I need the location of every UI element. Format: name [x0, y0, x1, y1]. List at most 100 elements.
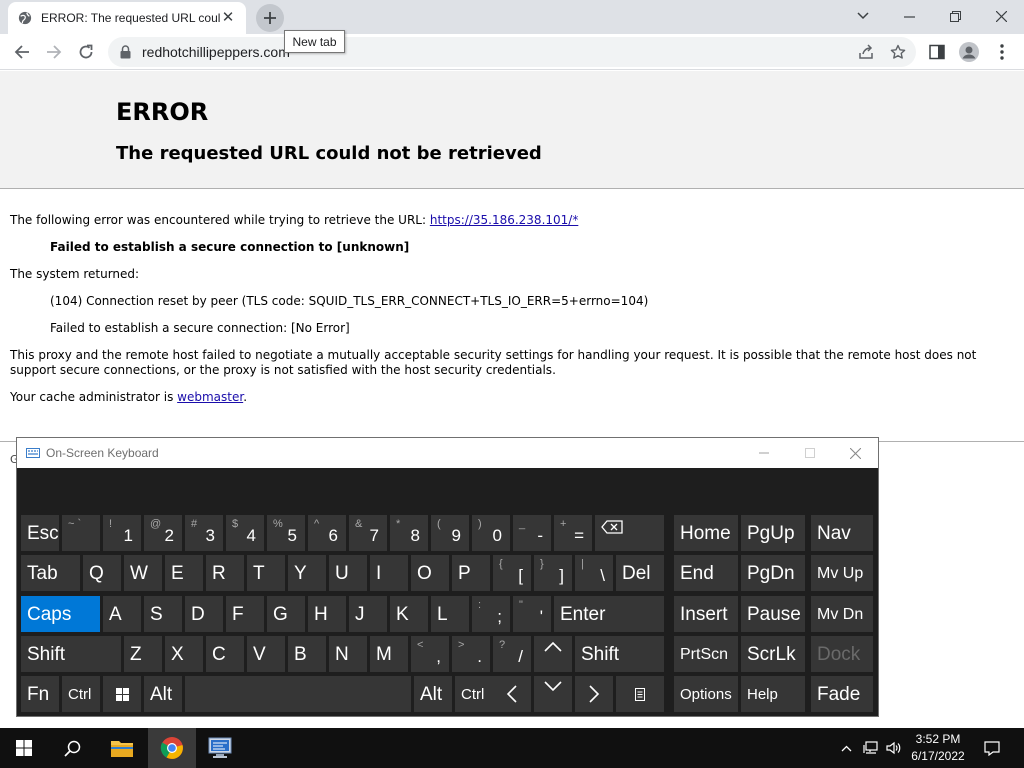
key-period[interactable]: >. — [452, 636, 490, 672]
key-b[interactable]: B — [288, 636, 326, 672]
key-e[interactable]: E — [165, 555, 203, 591]
key-shift-left[interactable]: Shift — [21, 636, 121, 672]
restore-button[interactable] — [933, 2, 977, 30]
key-3[interactable]: #3 — [185, 515, 223, 551]
key-ctrl-right[interactable]: Ctrl — [455, 676, 493, 712]
lock-icon[interactable] — [120, 45, 131, 59]
key-7[interactable]: & 7 — [349, 515, 387, 551]
system-clock[interactable]: 3:52 PM 6/17/2022 — [906, 731, 970, 765]
key-g[interactable]: G — [267, 596, 305, 632]
key-end[interactable]: End — [674, 555, 738, 591]
key-k[interactable]: K — [390, 596, 428, 632]
key-6[interactable]: ^ 6 — [308, 515, 346, 551]
reload-button[interactable] — [72, 38, 100, 66]
key-pgdn[interactable]: PgDn — [741, 555, 805, 591]
key-w[interactable]: W — [124, 555, 162, 591]
key-arrow-left[interactable] — [493, 676, 531, 712]
key-5[interactable]: % 5 — [267, 515, 305, 551]
tab-search-button[interactable] — [841, 2, 885, 30]
key-s[interactable]: S — [144, 596, 182, 632]
volume-button[interactable] — [884, 738, 904, 758]
key-fade[interactable]: Fade — [811, 676, 873, 712]
key-left-bracket[interactable]: {[ — [493, 555, 531, 591]
key-r[interactable]: R — [206, 555, 244, 591]
key-pause[interactable]: Pause — [741, 596, 805, 632]
file-explorer-button[interactable] — [98, 728, 146, 768]
key-t[interactable]: T — [247, 555, 285, 591]
key-v[interactable]: V — [247, 636, 285, 672]
key-quote[interactable]: " ' — [513, 596, 551, 632]
tray-overflow-button[interactable] — [838, 738, 854, 758]
key-menu[interactable] — [616, 676, 664, 712]
network-button[interactable] — [861, 738, 881, 758]
key-h[interactable]: H — [308, 596, 346, 632]
osk-title-bar[interactable]: On-Screen Keyboard — [17, 438, 878, 468]
key-l[interactable]: L — [431, 596, 469, 632]
osk-minimize-button[interactable] — [741, 438, 787, 468]
browser-tab[interactable]: ERROR: The requested URL could not be re… — [8, 2, 246, 34]
key-dock[interactable]: Dock — [811, 636, 873, 672]
key-mv-up[interactable]: Mv Up — [811, 555, 873, 591]
key-j[interactable]: J — [349, 596, 387, 632]
key-4[interactable]: $4 — [226, 515, 264, 551]
key-shift-right[interactable]: Shift — [575, 636, 664, 672]
key-a[interactable]: A — [103, 596, 141, 632]
key-c[interactable]: C — [206, 636, 244, 672]
notifications-button[interactable] — [980, 738, 1004, 758]
key-x[interactable]: X — [165, 636, 203, 672]
key-u[interactable]: U — [329, 555, 367, 591]
key-9[interactable]: (9 — [431, 515, 469, 551]
key-equals[interactable]: + = — [554, 515, 592, 551]
webmaster-link[interactable]: webmaster — [177, 390, 243, 404]
start-button[interactable] — [0, 728, 48, 768]
key-arrow-right[interactable] — [575, 676, 613, 712]
key-windows[interactable] — [103, 676, 141, 712]
profile-button[interactable] — [955, 38, 983, 66]
key-8[interactable]: * 8 — [390, 515, 428, 551]
key-i[interactable]: I — [370, 555, 408, 591]
key-d[interactable]: D — [185, 596, 223, 632]
key-backspace[interactable] — [595, 515, 664, 551]
key-caps[interactable]: Caps — [21, 596, 100, 632]
key-pgup[interactable]: PgUp — [741, 515, 805, 551]
key-minus[interactable]: _ - — [513, 515, 551, 551]
key-q[interactable]: Q — [83, 555, 121, 591]
address-bar[interactable]: redhotchillipeppers.com — [108, 37, 916, 67]
osk-maximize-button[interactable] — [787, 438, 833, 468]
key-o[interactable]: O — [411, 555, 449, 591]
key-enter[interactable]: Enter — [554, 596, 664, 632]
side-panel-button[interactable] — [923, 38, 951, 66]
new-tab-button[interactable] — [256, 4, 284, 32]
share-icon[interactable] — [858, 44, 874, 60]
key-alt-right[interactable]: Alt — [414, 676, 452, 712]
forward-button[interactable] — [40, 38, 68, 66]
key-arrow-up[interactable] — [534, 636, 572, 672]
back-button[interactable] — [8, 38, 36, 66]
remote-desktop-button[interactable] — [196, 728, 244, 768]
key-alt-left[interactable]: Alt — [144, 676, 182, 712]
key-fn[interactable]: Fn — [21, 676, 59, 712]
star-icon[interactable] — [890, 44, 906, 60]
key-options[interactable]: Options — [674, 676, 738, 712]
key-slash[interactable]: ? / — [493, 636, 531, 672]
key-y[interactable]: Y — [288, 555, 326, 591]
key-tilde[interactable]: ~ ` — [62, 515, 100, 551]
key-nav[interactable]: Nav — [811, 515, 873, 551]
key-z[interactable]: Z — [124, 636, 162, 672]
key-scrlk[interactable]: ScrLk — [741, 636, 805, 672]
key-m[interactable]: M — [370, 636, 408, 672]
key-tab[interactable]: Tab — [21, 555, 80, 591]
minimize-button[interactable] — [887, 2, 931, 30]
close-window-button[interactable] — [979, 2, 1023, 30]
key-insert[interactable]: Insert — [674, 596, 738, 632]
key-space[interactable] — [185, 676, 411, 712]
key-prtscn[interactable]: PrtScn — [674, 636, 738, 672]
key-semicolon[interactable]: :; — [472, 596, 510, 632]
key-p[interactable]: P — [452, 555, 490, 591]
menu-button[interactable] — [988, 38, 1016, 66]
osk-close-button[interactable] — [832, 438, 878, 468]
key-0[interactable]: ) 0 — [472, 515, 510, 551]
key-mv-dn[interactable]: Mv Dn — [811, 596, 873, 632]
key-backslash[interactable]: | \ — [575, 555, 613, 591]
chrome-button[interactable] — [148, 728, 196, 768]
